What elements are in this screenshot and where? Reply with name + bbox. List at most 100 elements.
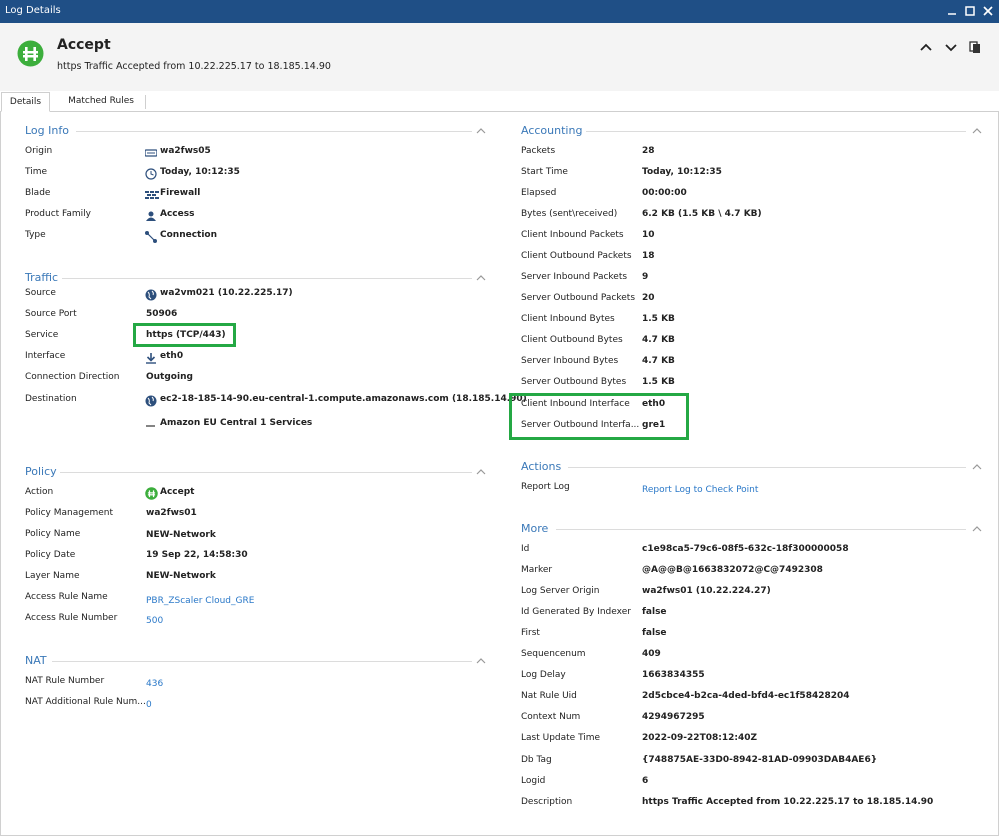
field-label: Report Log <box>521 482 570 492</box>
field-value: 10 <box>642 230 655 240</box>
collapse-icon[interactable] <box>476 127 486 135</box>
report-log-link[interactable]: Report Log to Check Point <box>642 485 758 495</box>
section-title-accounting: Accounting <box>521 124 583 137</box>
field-value: c1e98ca5-79c6-08f5-632c-18f300000058 <box>642 544 849 554</box>
field-label: Nat Rule Uid <box>521 691 577 701</box>
field-label: Connection Direction <box>25 372 120 382</box>
field-value: 2d5cbce4-b2ca-4ded-bfd4-ec1f58428204 <box>642 691 850 701</box>
section-title-log-info: Log Info <box>25 124 69 137</box>
field-label: Client Inbound Bytes <box>521 314 615 324</box>
accept-icon <box>145 487 158 500</box>
field-label: Server Inbound Packets <box>521 272 628 282</box>
field-value: Today, 10:12:35 <box>160 167 240 177</box>
copy-icon[interactable] <box>967 39 983 55</box>
section-divider <box>586 131 966 132</box>
arrow-down-icon <box>145 352 157 364</box>
field-label: Elapsed <box>521 188 557 198</box>
tab-details[interactable]: Details <box>1 92 50 112</box>
field-label: Log Server Origin <box>521 586 600 596</box>
field-value: NEW-Network <box>146 530 216 540</box>
field-label: Client Outbound Bytes <box>521 335 623 345</box>
field-value: 00:00:00 <box>642 188 687 198</box>
field-value: NEW-Network <box>146 571 216 581</box>
field-label: Client Inbound Packets <box>521 230 624 240</box>
field-value: @A@@B@1663832072@C@7492308 <box>642 565 823 575</box>
field-label: Packets <box>521 146 556 156</box>
collapse-icon[interactable] <box>972 525 982 533</box>
nat-rule-number-link[interactable]: 436 <box>146 679 163 689</box>
collapse-icon[interactable] <box>972 463 982 471</box>
field-value: Access <box>160 209 195 219</box>
field-value: 50906 <box>146 309 178 319</box>
field-label: Source <box>25 288 56 298</box>
field-label: Id Generated By Indexer <box>521 607 631 617</box>
destination-service: Amazon EU Central 1 Services <box>160 418 313 428</box>
field-label: Db Tag <box>521 755 552 765</box>
field-value: 28 <box>642 146 655 156</box>
field-value: Today, 10:12:35 <box>642 167 722 177</box>
collapse-icon[interactable] <box>972 127 982 135</box>
globe-icon <box>145 289 157 301</box>
section-divider <box>76 131 472 132</box>
tab-matched-rules[interactable]: Matched Rules <box>57 92 145 112</box>
field-value: ec2-18-185-14-90.eu-central-1.compute.am… <box>160 394 527 404</box>
field-value: Accept <box>160 487 195 497</box>
field-label: Product Family <box>25 209 91 219</box>
nat-additional-rule-link[interactable]: 0 <box>146 700 152 710</box>
field-label: Interface <box>25 351 66 361</box>
firewall-icon <box>145 189 159 201</box>
collapse-icon[interactable] <box>476 468 486 476</box>
tab-divider <box>145 95 146 109</box>
section-title-actions: Actions <box>521 460 562 473</box>
field-label: Log Delay <box>521 670 566 680</box>
field-value: wa2fws05 <box>160 146 211 156</box>
page-title: Accept <box>57 37 111 53</box>
field-label: Server Outbound Bytes <box>521 377 627 387</box>
field-label: Service <box>25 330 59 340</box>
collapse-icon[interactable] <box>476 274 486 282</box>
section-divider <box>62 278 472 279</box>
window-titlebar: Log Details <box>0 0 999 23</box>
field-label: First <box>521 628 540 638</box>
field-label: Destination <box>25 394 77 404</box>
field-value: wa2fws01 (10.22.224.27) <box>642 586 771 596</box>
section-divider <box>568 467 966 468</box>
connection-icon <box>145 231 157 243</box>
field-value: 4.7 KB <box>642 356 675 366</box>
field-label: Policy Management <box>25 508 114 518</box>
field-value: Connection <box>160 230 218 240</box>
section-divider <box>556 529 966 530</box>
minimize-icon[interactable] <box>944 3 960 19</box>
field-value: https Traffic Accepted from 10.22.225.17… <box>642 797 934 807</box>
chevron-down-icon[interactable] <box>943 39 959 55</box>
close-icon[interactable] <box>980 3 996 19</box>
field-value: 19 Sep 22, 14:58:30 <box>146 550 248 560</box>
field-label: Action <box>25 487 54 497</box>
log-header: Accept https Traffic Accepted from 10.22… <box>0 23 999 91</box>
field-value: 18 <box>642 251 655 261</box>
access-rule-name-link[interactable]: PBR_ZScaler Cloud_GRE <box>146 596 254 606</box>
section-divider <box>60 472 472 473</box>
access-rule-number-link[interactable]: 500 <box>146 616 163 626</box>
window-title: Log Details <box>5 5 61 16</box>
field-label: Policy Date <box>25 550 76 560</box>
field-value: {748875AE-33D0-8942-81AD-09903DAB4AE6} <box>642 755 878 765</box>
field-label: NAT Additional Rule Num... <box>25 697 146 707</box>
field-label: Sequencenum <box>521 649 586 659</box>
field-label: Time <box>25 167 48 177</box>
field-value: 1.5 KB <box>642 377 675 387</box>
highlight-box <box>509 393 689 440</box>
section-title-more: More <box>521 522 549 535</box>
maximize-icon[interactable] <box>962 3 978 19</box>
field-label: Description <box>521 797 573 807</box>
section-title-traffic: Traffic <box>25 271 59 284</box>
field-value: wa2fws01 <box>146 508 197 518</box>
chevron-up-icon[interactable] <box>918 39 934 55</box>
gateway-icon <box>144 147 158 159</box>
field-label: Type <box>25 230 46 240</box>
access-icon <box>145 210 157 222</box>
field-value: wa2vm021 (10.22.225.17) <box>160 288 293 298</box>
globe-icon <box>145 395 157 407</box>
collapse-icon[interactable] <box>476 657 486 665</box>
clock-icon <box>145 168 157 180</box>
